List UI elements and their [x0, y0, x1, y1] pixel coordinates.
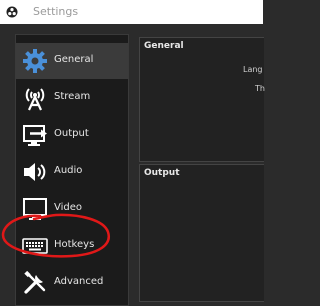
sidebar-item-advanced[interactable]: Advanced: [16, 265, 128, 301]
language-label: Lang: [243, 65, 263, 74]
antenna-icon: [25, 88, 45, 111]
sidebar-item-label: Hotkeys: [54, 239, 95, 250]
settings-sidebar: General Stream Output Audio Video Hotkey…: [15, 34, 129, 306]
window-titlebar: Settings: [0, 0, 263, 24]
sidebar-item-output[interactable]: Output: [16, 117, 128, 153]
general-settings-panel: General Lang Th: [139, 37, 265, 162]
gear-icon: [23, 49, 47, 73]
obs-icon: [6, 6, 18, 18]
sidebar-item-label: General: [54, 54, 94, 65]
sidebar-item-label: Stream: [54, 91, 91, 102]
sidebar-item-hotkeys[interactable]: Hotkeys: [16, 228, 128, 264]
section-title-output: Output: [144, 168, 180, 178]
sidebar-item-label: Audio: [54, 165, 83, 176]
sidebar-item-label: Output: [54, 128, 89, 139]
sidebar-item-video[interactable]: Video: [16, 191, 128, 227]
speaker-icon: [24, 163, 46, 181]
monitor-icon: [23, 198, 47, 220]
sidebar-item-general[interactable]: General: [16, 43, 128, 79]
wrench-screwdriver-icon: [24, 270, 46, 294]
section-title-general: General: [144, 41, 184, 51]
output-settings-panel: Output: [139, 164, 264, 302]
theme-label: Th: [255, 84, 265, 93]
keyboard-icon: [22, 238, 48, 254]
sidebar-item-label: Video: [54, 202, 83, 213]
output-icon: [23, 125, 47, 146]
sidebar-item-audio[interactable]: Audio: [16, 154, 128, 190]
settings-window: General Stream Output Audio Video Hotkey…: [0, 24, 265, 306]
sidebar-item-stream[interactable]: Stream: [16, 80, 128, 116]
sidebar-item-label: Advanced: [54, 276, 104, 287]
window-title: Settings: [33, 5, 79, 18]
